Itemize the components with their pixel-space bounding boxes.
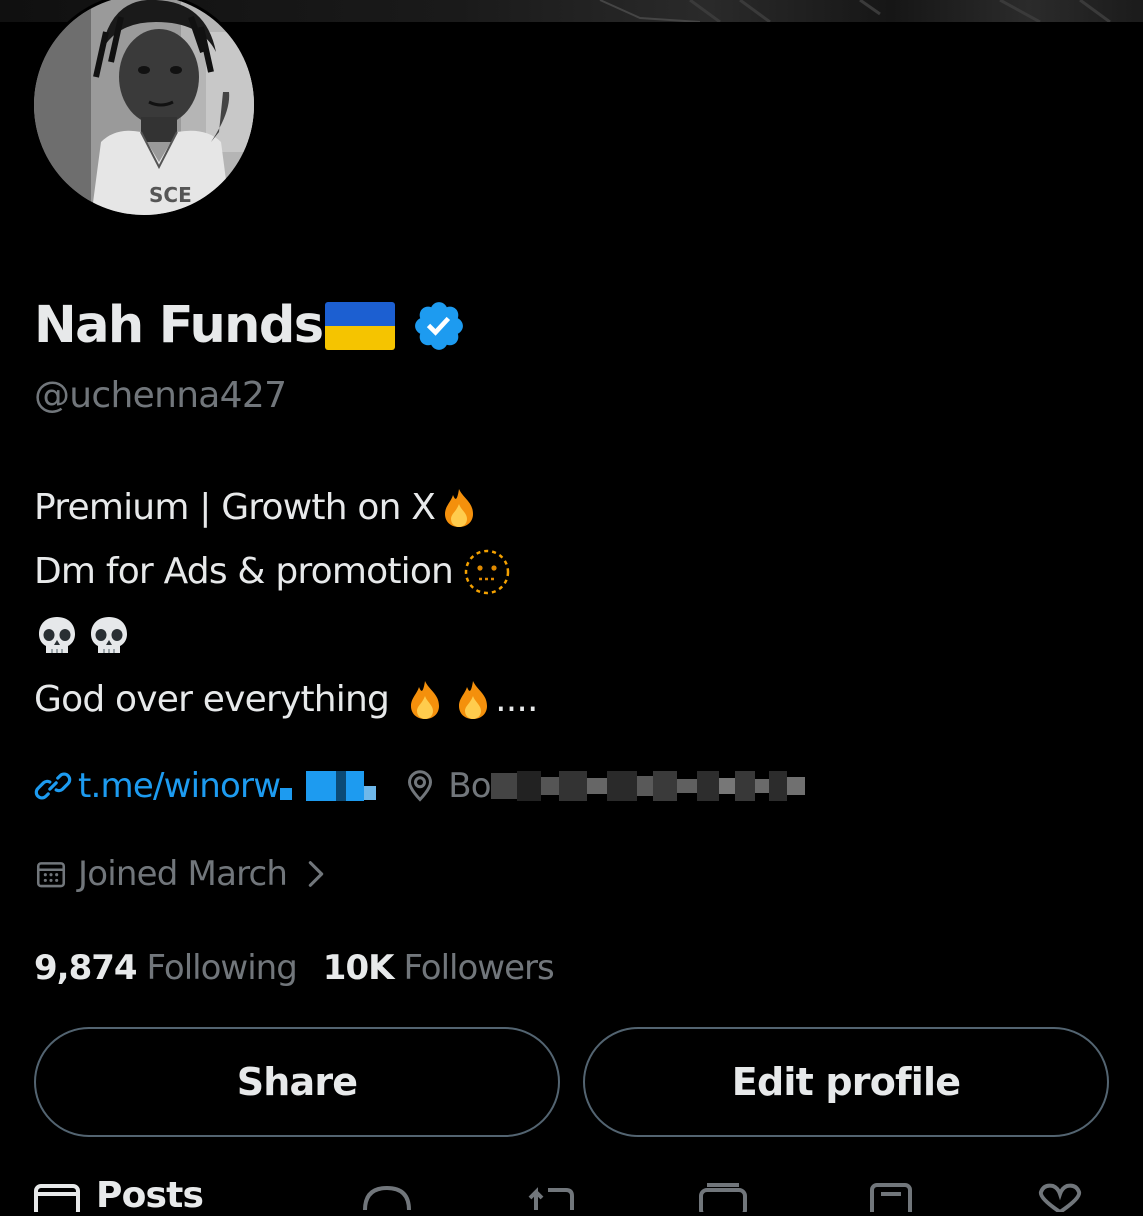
- skull-emoji: [39, 617, 75, 653]
- following-link[interactable]: 9,874 Following: [34, 948, 298, 988]
- bio-text-suffix: ....: [495, 679, 538, 720]
- verified-badge-icon[interactable]: [411, 298, 467, 354]
- location-pin-icon: [408, 770, 433, 802]
- profile-meta-row: t.me/winorw Bo: [34, 756, 805, 816]
- profile-avatar[interactable]: SCE: [31, 0, 257, 218]
- followers-label: Followers: [403, 948, 554, 988]
- share-button[interactable]: Share: [34, 1027, 560, 1137]
- profile-location-text: Bo: [448, 766, 491, 806]
- fire-emoji: [459, 681, 488, 719]
- followers-link[interactable]: 10K Followers: [322, 948, 555, 988]
- link-icon: [34, 772, 72, 800]
- fire-emoji: [445, 489, 474, 527]
- chevron-right-icon: [308, 861, 324, 887]
- articles-tab-icon[interactable]: [869, 1182, 913, 1212]
- followers-count: 10K: [322, 948, 395, 988]
- profile-link[interactable]: t.me/winorw: [34, 766, 377, 806]
- profile-name-row: Nah Funds: [34, 290, 467, 362]
- likes-tab-icon[interactable]: [1035, 1182, 1085, 1212]
- profile-link-text[interactable]: t.me/winorw: [78, 766, 281, 806]
- svg-text:SCE: SCE: [149, 183, 192, 207]
- profile-stats-row: 9,874 Following 10K Followers: [34, 940, 555, 996]
- replies-tab-icon[interactable]: [362, 1182, 412, 1212]
- following-count: 9,874: [34, 948, 138, 988]
- following-label: Following: [146, 948, 298, 988]
- edit-profile-button[interactable]: Edit profile: [583, 1027, 1109, 1137]
- profile-bio: Premium | Growth on X Dm for Ads & promo…: [34, 476, 538, 732]
- posts-tab-icon: [34, 1184, 80, 1212]
- redacted-block: [280, 771, 377, 801]
- skull-emoji: [91, 617, 127, 653]
- joined-text: Joined March: [78, 854, 288, 894]
- bio-text: Premium | Growth on X: [34, 487, 436, 528]
- ukraine-flag-icon: [324, 302, 395, 350]
- highlights-tab-icon[interactable]: [698, 1182, 748, 1212]
- reposts-tab-icon[interactable]: [526, 1182, 578, 1212]
- profile-joined-row[interactable]: Joined March: [34, 846, 331, 902]
- profile-location: Bo: [402, 766, 805, 806]
- bio-text: Dm for Ads & promotion: [34, 551, 454, 592]
- bio-line: [34, 604, 538, 668]
- display-name: Nah Funds: [34, 296, 324, 355]
- bio-line: Premium | Growth on X: [34, 476, 538, 540]
- profile-tabs: Posts: [0, 1176, 1143, 1216]
- bio-line: God over everything ....: [34, 668, 538, 732]
- dotted-line-face-emoji: [464, 549, 510, 595]
- tab-posts[interactable]: Posts: [96, 1176, 204, 1216]
- fire-emoji: [411, 681, 440, 719]
- profile-handle: @uchenna427: [34, 375, 287, 416]
- calendar-icon: [36, 862, 66, 888]
- bio-text: God over everything: [34, 679, 390, 720]
- redacted-block: [490, 771, 805, 801]
- bio-line: Dm for Ads & promotion: [34, 540, 538, 604]
